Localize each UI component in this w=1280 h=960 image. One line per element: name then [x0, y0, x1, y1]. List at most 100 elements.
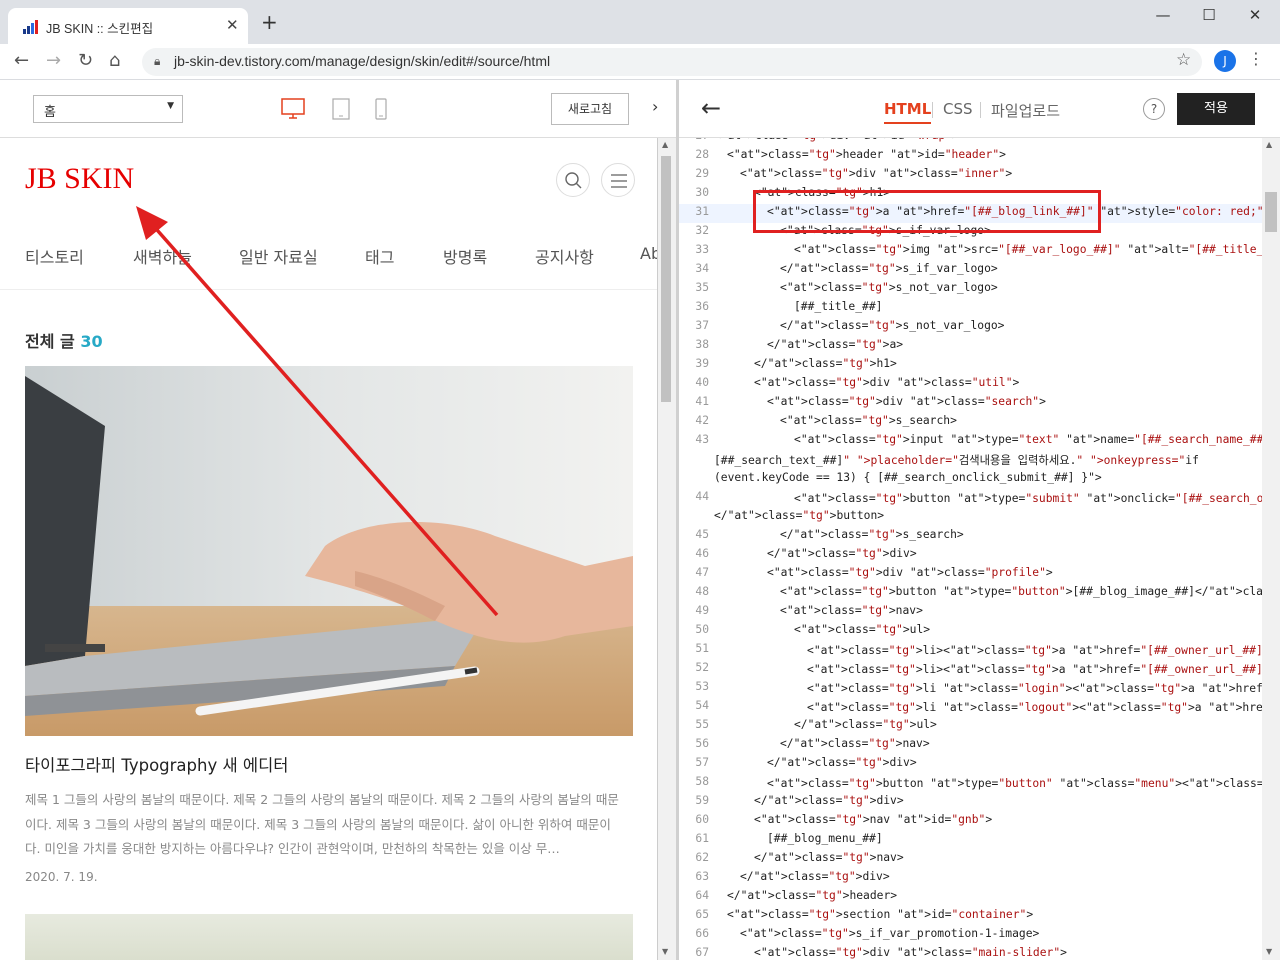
- code-line[interactable]: <"at">class="tg">section "at">id="contai…: [727, 908, 1033, 921]
- nav-item[interactable]: 태그: [365, 244, 394, 268]
- code-line[interactable]: (event.keyCode == 13) { [##_search_oncli…: [714, 471, 1102, 484]
- code-line[interactable]: [##_title_##]: [794, 300, 882, 313]
- collapse-panel-icon[interactable]: ›: [652, 97, 658, 116]
- tab-title: JB SKIN :: 스킨편집: [46, 22, 154, 36]
- code-editor[interactable]: 27 <"at">class="tg">div "at">id="wrap"> 28…: [679, 138, 1262, 960]
- line-number: 41: [695, 395, 709, 408]
- browser-menu-icon[interactable]: ⋮: [1248, 49, 1264, 68]
- profile-avatar[interactable]: J: [1214, 50, 1236, 72]
- code-line[interactable]: [##_search_text_##]" ">placeholder="검색내용…: [714, 452, 1199, 468]
- close-window-button[interactable]: ✕: [1232, 6, 1278, 24]
- browser-tab[interactable]: JB SKIN :: 스킨편집 ✕: [8, 8, 248, 44]
- line-number: 52: [695, 661, 709, 674]
- home-icon[interactable]: ⌂: [109, 50, 120, 71]
- reload-icon[interactable]: ↻: [78, 50, 93, 71]
- code-line[interactable]: </"at">class="tg">div>: [740, 870, 890, 883]
- blog-logo[interactable]: JB SKIN: [25, 162, 134, 196]
- code-line[interactable]: [##_blog_menu_##]: [767, 832, 883, 845]
- editor-scroll-thumb[interactable]: [1265, 192, 1277, 232]
- tab-css[interactable]: CSS: [943, 100, 973, 118]
- next-post-thumbnail[interactable]: [25, 914, 633, 960]
- code-line[interactable]: <"at">class="tg">li "at">class="logout">…: [807, 699, 1262, 715]
- line-number: 59: [695, 794, 709, 807]
- url-text[interactable]: jb-skin-dev.tistory.com/manage/design/sk…: [174, 53, 550, 69]
- nav-item[interactable]: Ab: [640, 244, 657, 263]
- new-tab-button[interactable]: +: [261, 12, 278, 32]
- post-title[interactable]: 타이포그라피 Typography 새 에디터: [25, 752, 288, 776]
- code-line[interactable]: <"at">class="tg">div "at">class="profile…: [767, 566, 1053, 579]
- preview-scrollbar[interactable]: ▲ ▼: [658, 138, 676, 960]
- post-thumbnail[interactable]: [25, 366, 633, 736]
- blog-preview: JB SKIN 티스토리 새벽하늘 일반 자료실 태그 방명록 공지사항 Ab …: [0, 138, 658, 960]
- nav-item[interactable]: 방명록: [443, 244, 487, 268]
- code-line[interactable]: <"at">class="tg">button "at">type="submi…: [794, 490, 1262, 506]
- code-line[interactable]: </"at">class="tg">s_search>: [780, 528, 964, 541]
- address-bar[interactable]: 🔒︎ jb-skin-dev.tistory.com/manage/design…: [142, 48, 1202, 76]
- mobile-view-icon[interactable]: [375, 98, 387, 120]
- tab-separator: [932, 102, 933, 118]
- code-line[interactable]: </"at">class="tg">header>: [727, 889, 897, 902]
- tab-file-upload[interactable]: 파일업로드: [991, 100, 1060, 121]
- page-select[interactable]: 홈 ▼: [33, 95, 183, 123]
- minimize-button[interactable]: —: [1140, 6, 1186, 24]
- desktop-view-icon[interactable]: [281, 98, 305, 120]
- code-line[interactable]: <"at">class="tg">li><"at">class="tg">a "…: [807, 661, 1262, 677]
- help-button[interactable]: ?: [1143, 98, 1165, 120]
- line-number: 56: [695, 737, 709, 750]
- forward-icon[interactable]: →: [46, 50, 61, 71]
- back-icon[interactable]: ←: [14, 50, 29, 71]
- nav-item[interactable]: 티스토리: [25, 244, 84, 268]
- nav-item[interactable]: 일반 자료실: [239, 244, 318, 268]
- lock-icon: 🔒︎: [154, 54, 161, 68]
- code-line[interactable]: <"at">class="tg">div "at">id="wrap">: [714, 138, 959, 142]
- nav-item[interactable]: 새벽하늘: [133, 244, 192, 268]
- code-line[interactable]: </"at">class="tg">nav>: [754, 851, 904, 864]
- tab-html[interactable]: HTML: [884, 100, 932, 124]
- search-button[interactable]: [556, 163, 590, 197]
- back-arrow-icon[interactable]: ←: [701, 94, 721, 122]
- line-number: 28: [695, 148, 709, 161]
- code-line[interactable]: <"at">class="tg">s_search>: [780, 414, 957, 427]
- code-line[interactable]: </"at">class="tg">h1>: [754, 357, 897, 370]
- refresh-button[interactable]: 새로고침: [551, 93, 629, 125]
- code-line[interactable]: </"at">class="tg">nav>: [780, 737, 930, 750]
- line-number: 42: [695, 414, 709, 427]
- code-line[interactable]: </"at">class="tg">ul>: [794, 718, 937, 731]
- bookmark-star-icon[interactable]: ☆: [1176, 50, 1191, 70]
- code-line[interactable]: <"at">class="tg">img "at">src="[##_var_l…: [794, 243, 1262, 256]
- line-number: 53: [695, 680, 709, 693]
- tab-separator: [980, 102, 981, 118]
- nav-item[interactable]: 공지사항: [535, 244, 594, 268]
- code-line[interactable]: <"at">class="tg">div "at">class="util">: [754, 376, 1019, 389]
- code-line[interactable]: <"at">class="tg">button "at">type="butto…: [767, 775, 1262, 791]
- code-line[interactable]: </"at">class="tg">div>: [754, 794, 904, 807]
- code-line[interactable]: </"at">class="tg">div>: [767, 756, 917, 769]
- line-number: 31: [695, 205, 709, 218]
- maximize-button[interactable]: ☐: [1186, 6, 1232, 24]
- code-line[interactable]: <"at">class="tg">s_if_var_promotion-1-im…: [740, 927, 1039, 940]
- code-line[interactable]: <"at">class="tg">ul>: [794, 623, 930, 636]
- apply-button[interactable]: 적용: [1177, 93, 1255, 125]
- code-line[interactable]: <"at">class="tg">header "at">id="header"…: [727, 148, 1006, 161]
- code-line[interactable]: </"at">class="tg">button>: [714, 509, 884, 522]
- editor-scrollbar[interactable]: ▲ ▼: [1262, 138, 1280, 960]
- code-line[interactable]: <"at">class="tg">nav "at">id="gnb">: [754, 813, 992, 826]
- post-date: 2020. 7. 19.: [25, 870, 98, 884]
- tablet-view-icon[interactable]: [332, 98, 350, 120]
- code-line[interactable]: <"at">class="tg">li "at">class="login"><…: [807, 680, 1262, 696]
- tab-close-icon[interactable]: ✕: [226, 16, 239, 34]
- menu-button[interactable]: [601, 163, 635, 197]
- code-line[interactable]: <"at">class="tg">s_not_var_logo>: [780, 281, 998, 294]
- code-line[interactable]: </"at">class="tg">a>: [767, 338, 903, 351]
- preview-scroll-thumb[interactable]: [661, 156, 671, 402]
- code-line[interactable]: <"at">class="tg">div "at">class="inner">: [740, 167, 1012, 180]
- code-line[interactable]: <"at">class="tg">li><"at">class="tg">a "…: [807, 642, 1262, 658]
- code-line[interactable]: <"at">class="tg">button "at">type="butto…: [780, 585, 1262, 598]
- code-line[interactable]: </"at">class="tg">div>: [767, 547, 917, 560]
- code-line[interactable]: <"at">class="tg">div "at">class="main-sl…: [754, 946, 1067, 959]
- code-line[interactable]: <"at">class="tg">div "at">class="search"…: [767, 395, 1046, 408]
- code-line[interactable]: <"at">class="tg">input "at">type="text" …: [794, 433, 1262, 446]
- code-line[interactable]: <"at">class="tg">nav>: [780, 604, 923, 617]
- code-line[interactable]: </"at">class="tg">s_if_var_logo>: [780, 262, 998, 275]
- code-line[interactable]: </"at">class="tg">s_not_var_logo>: [780, 319, 1004, 332]
